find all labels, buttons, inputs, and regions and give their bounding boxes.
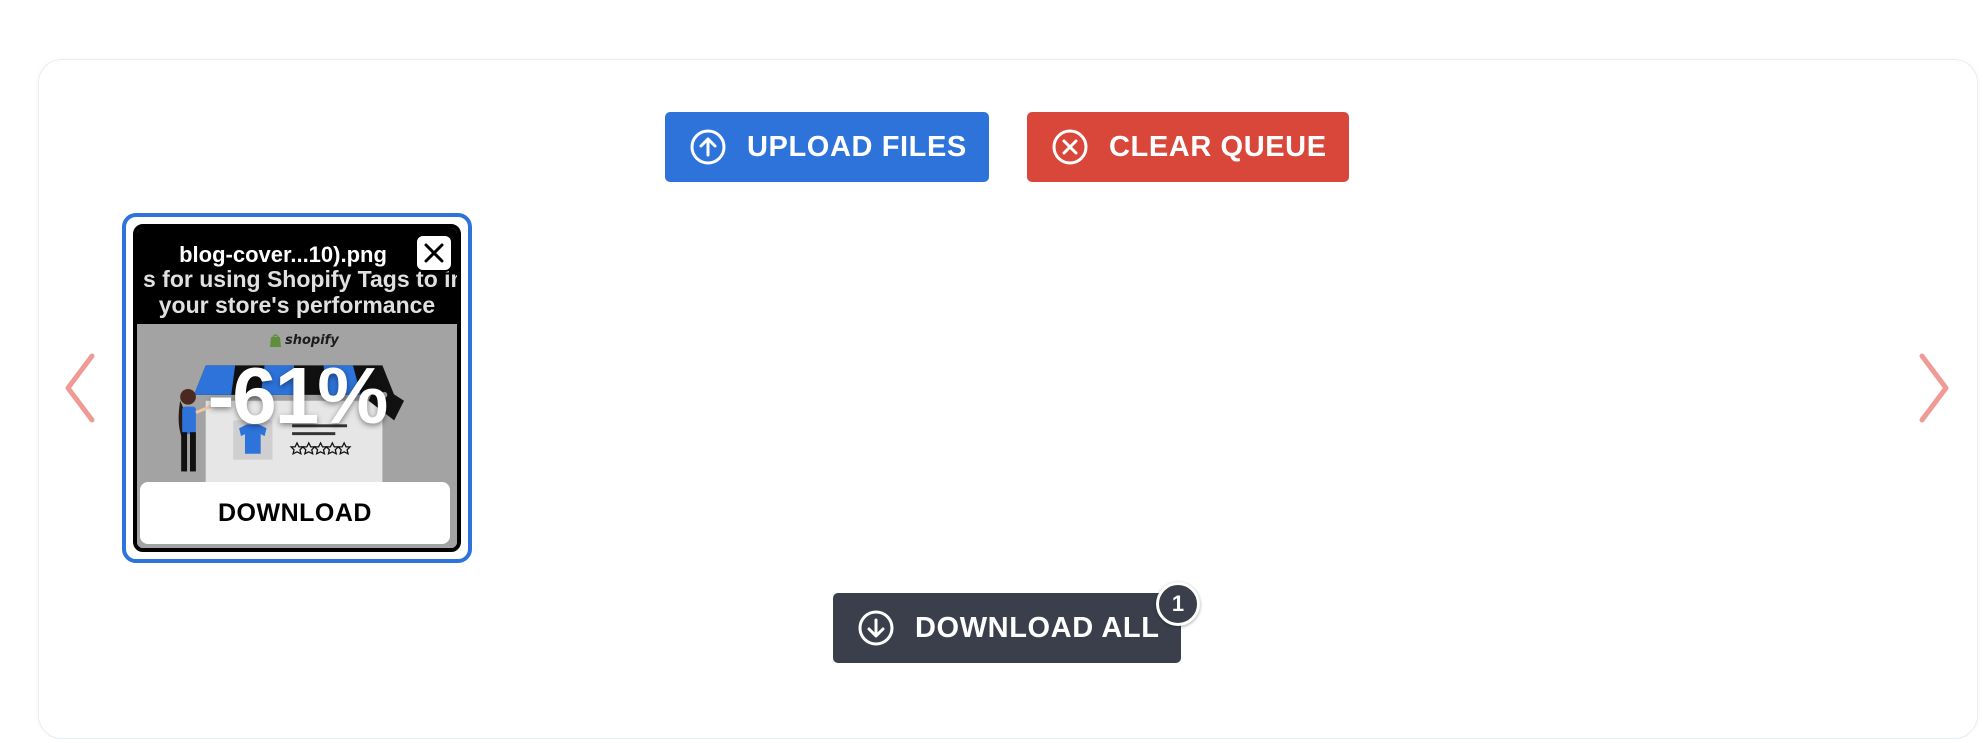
file-name: blog-cover...10).png	[179, 242, 387, 267]
preview-headline-line2: your store's performance	[158, 292, 436, 318]
preview-headline-line1: s for using Shopify Tags to im	[143, 266, 461, 292]
download-all-button[interactable]: DOWNLOAD ALL	[833, 593, 1181, 663]
chevron-left-icon[interactable]	[58, 348, 102, 428]
remove-file-button[interactable]	[415, 234, 453, 272]
upload-files-label: UPLOAD FILES	[747, 130, 967, 163]
download-all-label: DOWNLOAD ALL	[915, 611, 1160, 644]
download-button[interactable]: DOWNLOAD	[140, 482, 450, 544]
chevron-right-icon[interactable]	[1912, 348, 1956, 428]
clear-queue-button[interactable]: CLEAR QUEUE	[1027, 112, 1349, 182]
clear-queue-label: CLEAR QUEUE	[1109, 130, 1327, 163]
file-card[interactable]: s for using Shopify Tags to im your stor…	[122, 213, 472, 563]
file-preview: s for using Shopify Tags to im your stor…	[133, 224, 461, 552]
shopify-bag-icon	[270, 334, 281, 347]
x-circle-icon	[1052, 129, 1088, 165]
upload-files-button[interactable]: UPLOAD FILES	[665, 112, 989, 182]
arrow-up-circle-icon	[690, 129, 726, 165]
compression-savings: -61%	[207, 351, 389, 440]
file-count-badge: 1	[1156, 582, 1200, 626]
close-icon	[424, 243, 444, 263]
shopify-logo: shopify	[269, 333, 339, 348]
shopify-wordmark: shopify	[285, 333, 339, 348]
arrow-down-circle-icon	[858, 610, 894, 646]
